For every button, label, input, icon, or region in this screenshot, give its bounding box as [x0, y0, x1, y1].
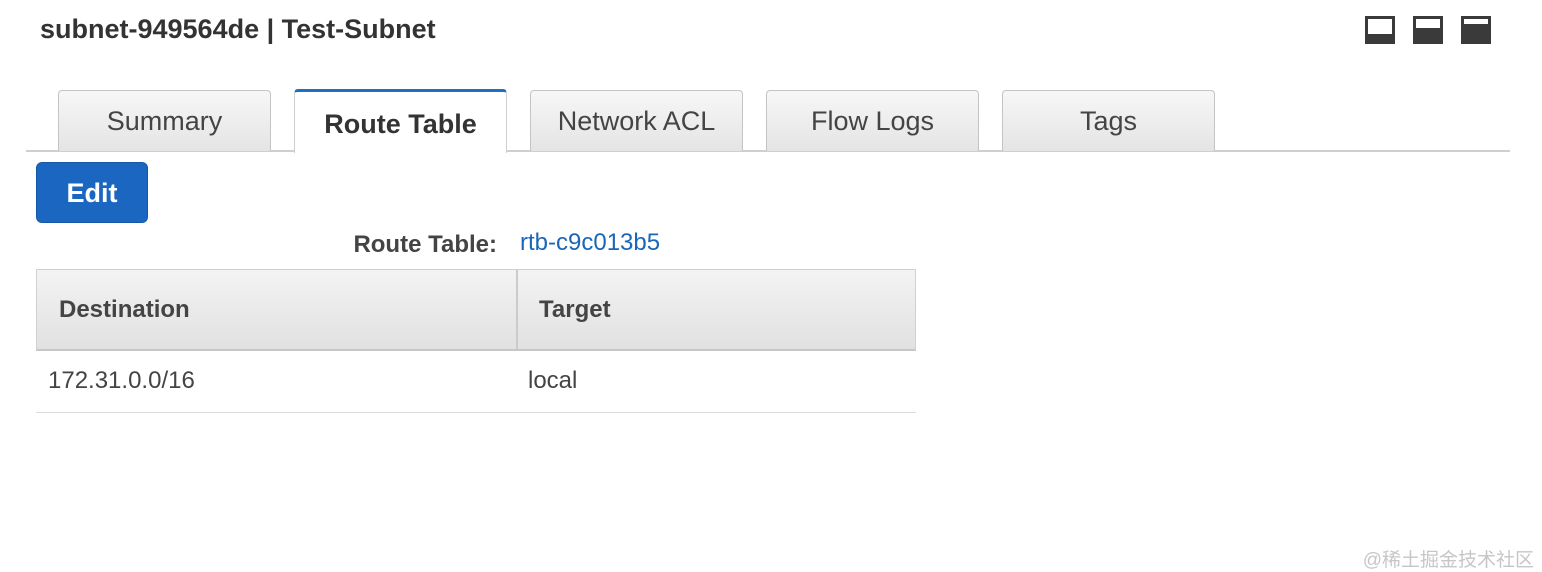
tab-route-table[interactable]: Route Table [294, 89, 507, 153]
cell-destination: 172.31.0.0/16 [48, 367, 195, 394]
tab-tags[interactable]: Tags [1002, 90, 1215, 151]
watermark: @稀土掘金技术社区 [1362, 550, 1534, 571]
route-table-link[interactable]: rtb-c9c013b5 [520, 229, 660, 257]
panel-bottom-half-icon[interactable] [1413, 16, 1443, 44]
routes-table: Destination Target 172.31.0.0/16 local [36, 269, 916, 413]
cell-target: local [528, 367, 578, 394]
column-header-destination[interactable]: Destination [59, 270, 190, 350]
panel-bottom-small-icon[interactable] [1365, 16, 1395, 44]
route-table-label: Route Table: [353, 231, 497, 258]
table-header: Destination Target [36, 269, 916, 351]
tab-flow-logs[interactable]: Flow Logs [766, 90, 979, 151]
panel-bottom-large-icon[interactable] [1461, 16, 1491, 44]
edit-button[interactable]: Edit [36, 162, 148, 223]
column-divider[interactable] [516, 270, 518, 349]
column-header-target[interactable]: Target [539, 270, 611, 350]
tab-summary[interactable]: Summary [58, 90, 271, 151]
table-row[interactable]: 172.31.0.0/16 local [36, 351, 916, 413]
tab-network-acl[interactable]: Network ACL [530, 90, 743, 151]
page-title: subnet-949564de | Test-Subnet [40, 14, 436, 44]
